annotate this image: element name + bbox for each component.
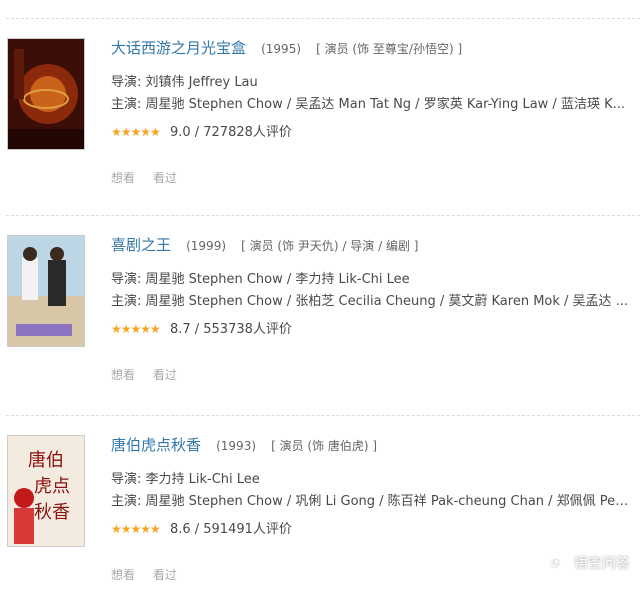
movie-cast: 主演: 周星驰 Stephen Chow / 吴孟达 Man Tat Ng / … — [111, 97, 626, 112]
movie-role: [ 演员 (饰 唐伯虎) ] — [271, 439, 378, 453]
svg-text:唐伯: 唐伯 — [28, 450, 64, 471]
movie-rating: 8.6 / 591491人评价 — [169, 522, 292, 537]
movie-poster[interactable]: 唐伯 虎点 秋香 — [7, 435, 85, 547]
divider — [6, 18, 640, 19]
svg-text:秋香: 秋香 — [34, 502, 70, 523]
movie-cast: 主演: 周星驰 Stephen Chow / 巩俐 Li Gong / 陈百祥 … — [111, 494, 631, 509]
want-to-watch-button[interactable]: 想看 — [111, 171, 135, 185]
want-to-watch-button[interactable]: 想看 — [111, 568, 135, 582]
movie-title-link[interactable]: 大话西游之月光宝盒 — [111, 39, 246, 57]
movie-rating: 9.0 / 727828人评价 — [169, 125, 292, 140]
watched-button[interactable]: 看过 — [153, 568, 177, 582]
movie-director: 导演: 周星驰 Stephen Chow / 李力持 Lik-Chi Lee — [111, 272, 410, 287]
watermark: ◔ 悟空问答 — [542, 550, 630, 576]
divider — [6, 215, 640, 216]
movie-director: 导演: 刘镇伟 Jeffrey Lau — [111, 75, 258, 90]
rating-stars-icon: ★★★★★ — [111, 522, 161, 536]
movie-item: 唐伯 虎点 秋香 唐伯虎点秋香 (1993) [ 演员 (饰 唐伯虎) ] 导演… — [0, 435, 640, 615]
movie-year: (1993) — [216, 439, 257, 453]
movie-title-link[interactable]: 唐伯虎点秋香 — [111, 436, 201, 454]
movie-year: (1999) — [186, 239, 227, 253]
movie-role: [ 演员 (饰 至尊宝/孙悟空) ] — [316, 42, 463, 56]
movie-year: (1995) — [261, 42, 302, 56]
watermark-text: 悟空问答 — [574, 556, 630, 572]
movie-rating: 8.7 / 553738人评价 — [169, 322, 292, 337]
movie-title-link[interactable]: 喜剧之王 — [111, 236, 171, 254]
watched-button[interactable]: 看过 — [153, 171, 177, 185]
wukong-logo-icon: ◔ — [542, 550, 568, 576]
movie-cast: 主演: 周星驰 Stephen Chow / 张柏芝 Cecilia Cheun… — [111, 294, 629, 309]
rating-stars-icon: ★★★★★ — [111, 322, 161, 336]
movie-item: 大话西游之月光宝盒 (1995) [ 演员 (饰 至尊宝/孙悟空) ] 导演: … — [0, 38, 640, 218]
movie-role: [ 演员 (饰 尹天仇) / 导演 / 编剧 ] — [241, 239, 419, 253]
movie-poster[interactable] — [7, 38, 85, 150]
watched-button[interactable]: 看过 — [153, 368, 177, 382]
want-to-watch-button[interactable]: 想看 — [111, 368, 135, 382]
svg-text:虎点: 虎点 — [34, 476, 70, 497]
movie-item: 喜剧之王 (1999) [ 演员 (饰 尹天仇) / 导演 / 编剧 ] 导演:… — [0, 235, 640, 415]
movie-director: 导演: 李力持 Lik-Chi Lee — [111, 472, 260, 487]
rating-stars-icon: ★★★★★ — [111, 125, 161, 139]
divider — [6, 415, 640, 416]
movie-poster[interactable] — [7, 235, 85, 347]
